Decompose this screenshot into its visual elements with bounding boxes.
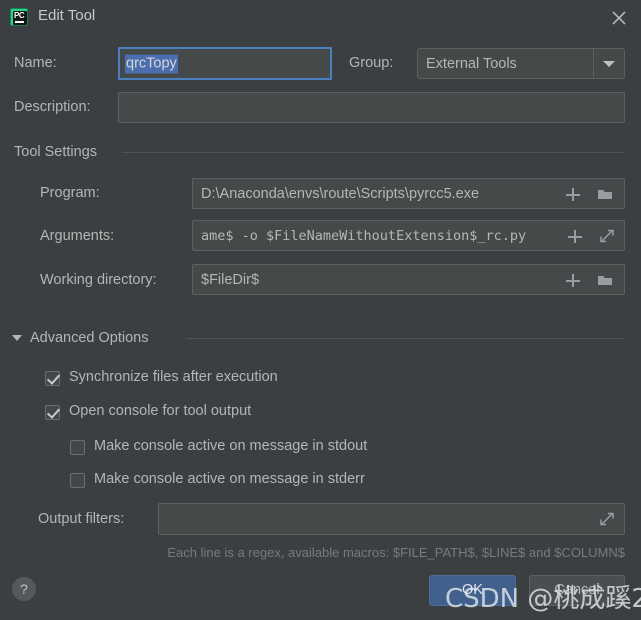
- working-directory-label: Working directory:: [40, 272, 157, 288]
- checkbox-icon[interactable]: [45, 371, 60, 386]
- advanced-options-divider: [186, 338, 625, 339]
- checkbox-label: Make console active on message in stderr: [94, 471, 365, 487]
- program-input[interactable]: D:\Anaconda\envs\route\Scripts\pyrcc5.ex…: [192, 178, 625, 209]
- description-input[interactable]: [118, 92, 625, 123]
- arguments-input[interactable]: ame$ -o $FileNameWithoutExtension$_rc.py: [192, 220, 625, 251]
- chevron-down-icon[interactable]: [593, 49, 624, 78]
- working-directory-input-value: $FileDir$: [201, 271, 260, 288]
- ok-button[interactable]: OK: [429, 575, 516, 606]
- tool-settings-divider: [122, 152, 625, 153]
- plus-icon[interactable]: [566, 227, 584, 245]
- group-select[interactable]: External Tools: [417, 48, 625, 79]
- checkbox-label: Synchronize files after execution: [69, 369, 278, 385]
- title-bar: PC Edit Tool: [0, 0, 641, 36]
- output-filters-label: Output filters:: [38, 511, 125, 527]
- checkbox-icon[interactable]: [45, 405, 60, 420]
- description-label: Description:: [14, 99, 91, 115]
- plus-icon[interactable]: [564, 185, 582, 203]
- arguments-input-value: ame$ -o $FileNameWithoutExtension$_rc.py: [201, 227, 527, 244]
- help-button[interactable]: ?: [12, 577, 36, 601]
- name-input-value: qrcTopy: [125, 54, 178, 73]
- group-select-value: External Tools: [426, 55, 517, 72]
- checkbox-icon[interactable]: [70, 473, 85, 488]
- pycharm-icon: PC: [10, 8, 28, 26]
- checkbox-label: Open console for tool output: [69, 403, 252, 419]
- cancel-button[interactable]: Cancel: [529, 575, 625, 606]
- edit-tool-dialog: PC Edit Tool Name: qrcTopy Group: Extern…: [0, 0, 641, 620]
- window-title: Edit Tool: [38, 7, 96, 24]
- folder-icon[interactable]: [596, 185, 614, 203]
- name-input[interactable]: qrcTopy: [118, 47, 332, 80]
- checkbox-label: Make console active on message in stdout: [94, 438, 368, 454]
- tool-settings-title: Tool Settings: [14, 144, 106, 160]
- advanced-options-title: Advanced Options: [30, 330, 157, 346]
- group-label: Group:: [349, 55, 394, 71]
- output-filters-hint: Each line is a regex, available macros: …: [167, 545, 625, 560]
- arguments-label: Arguments:: [40, 228, 115, 244]
- folder-icon[interactable]: [596, 271, 614, 289]
- working-directory-input[interactable]: $FileDir$: [192, 264, 625, 295]
- expand-icon[interactable]: [598, 510, 616, 528]
- close-icon[interactable]: [605, 5, 633, 31]
- name-label: Name:: [14, 55, 57, 71]
- output-filters-input[interactable]: [158, 503, 625, 535]
- advanced-options-toggle-icon[interactable]: [12, 335, 22, 341]
- program-label: Program:: [40, 185, 100, 201]
- expand-icon[interactable]: [598, 227, 616, 245]
- checkbox-icon[interactable]: [70, 440, 85, 455]
- plus-icon[interactable]: [564, 271, 582, 289]
- program-input-value: D:\Anaconda\envs\route\Scripts\pyrcc5.ex…: [201, 185, 480, 202]
